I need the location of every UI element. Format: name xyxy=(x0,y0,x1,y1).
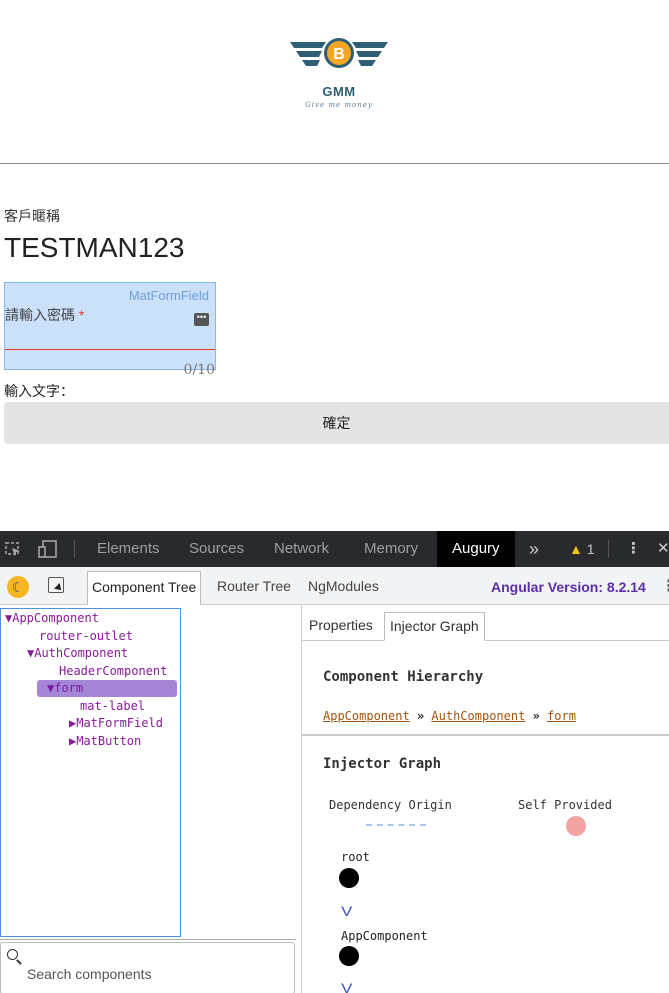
warnings-counter[interactable]: ▲ 1 xyxy=(569,541,595,557)
graph-edge-chevron: V xyxy=(341,903,353,919)
tab-properties[interactable]: Properties xyxy=(304,612,378,641)
close-icon[interactable]: ✕ xyxy=(657,531,669,567)
tree-node-selected[interactable]: ▼form xyxy=(37,680,177,697)
mat-form-field-debug-tag: MatFormField xyxy=(128,288,209,303)
detail-pane: Properties Injector Graph Component Hier… xyxy=(301,605,669,993)
password-manager-icon[interactable]: ••• xyxy=(194,313,209,326)
tabbar-separator xyxy=(74,540,75,558)
component-hierarchy-title: Component Hierarchy xyxy=(323,669,484,685)
password-input[interactable]: 請輸入密碼 * xyxy=(5,305,84,325)
tab-injector-graph[interactable]: Injector Graph xyxy=(384,612,485,641)
tab-augury[interactable]: Augury xyxy=(437,531,515,567)
inspect-element-icon[interactable] xyxy=(5,542,21,557)
tab-router-tree[interactable]: Router Tree xyxy=(213,571,295,605)
search-input[interactable] xyxy=(27,966,287,982)
tree-node[interactable]: ▼AuthComponent xyxy=(27,645,128,662)
field-underline xyxy=(5,349,215,350)
self-provided-swatch xyxy=(566,816,586,836)
augury-toolbar: ☾ Component Tree Router Tree NgModules A… xyxy=(0,567,669,605)
breadcrumb-form[interactable]: form xyxy=(547,709,576,723)
more-tabs-button[interactable]: » xyxy=(529,531,539,567)
required-asterisk: * xyxy=(78,307,85,323)
breadcrumb-separator: » xyxy=(532,709,540,723)
graph-node-label: root xyxy=(341,850,370,864)
devtools-tabbar: Elements Sources Network Memory Augury »… xyxy=(0,531,669,567)
brand-name: GMM xyxy=(322,84,356,99)
tree-node[interactable]: router-outlet xyxy=(39,628,133,645)
graph-node-appcomponent[interactable] xyxy=(339,946,359,966)
search-field[interactable] xyxy=(0,942,295,993)
tree-node[interactable]: ▼AppComponent xyxy=(5,610,99,627)
select-component-icon[interactable] xyxy=(48,577,64,593)
dependency-origin-swatch xyxy=(366,824,426,826)
tree-node[interactable]: ▶MatButton xyxy=(69,733,141,750)
password-form-field[interactable]: MatFormField 請輸入密碼 * ••• 0/10 xyxy=(4,282,216,378)
augury-menu-icon[interactable]: ⋮ xyxy=(661,576,669,596)
customer-nickname-label: 客戶暱稱 xyxy=(4,208,60,224)
graph-edge-chevron: V xyxy=(341,980,353,993)
tab-sources[interactable]: Sources xyxy=(189,531,244,567)
device-toolbar-icon[interactable] xyxy=(38,540,58,558)
devtools-panel: Elements Sources Network Memory Augury »… xyxy=(0,531,669,993)
char-counter: 0/10 xyxy=(183,362,215,378)
password-placeholder: 請輸入密碼 xyxy=(5,307,75,323)
coin-symbol: B xyxy=(333,46,345,63)
legend-self-provided: Self Provided xyxy=(518,798,612,812)
confirm-button[interactable]: 確定 xyxy=(4,402,669,444)
customize-menu-icon[interactable]: ⋮ xyxy=(626,531,641,567)
search-icon xyxy=(7,949,18,960)
input-hint-label: 輸入文字： xyxy=(4,383,74,399)
injector-graph-title: Injector Graph xyxy=(323,756,442,772)
tab-component-tree[interactable]: Component Tree xyxy=(87,571,202,605)
component-breadcrumbs: AppComponent » AuthComponent » form xyxy=(323,709,576,723)
bitcoin-wings-icon: B xyxy=(290,38,388,68)
tab-elements[interactable]: Elements xyxy=(97,531,160,567)
legend-dependency-origin: Dependency Origin xyxy=(329,798,452,812)
component-search xyxy=(0,939,296,993)
component-tree: ▼AppComponent router-outlet ▼AuthCompone… xyxy=(0,608,181,937)
section-divider xyxy=(302,734,669,736)
brand-tagline: Give me money xyxy=(305,101,373,109)
gmm-logo[interactable]: B GMM Give me money xyxy=(288,36,390,109)
customer-nickname-value: TESTMAN123 xyxy=(4,232,185,263)
tree-node[interactable]: ▶MatFormField xyxy=(69,715,163,732)
tab-memory[interactable]: Memory xyxy=(364,531,418,567)
tab-ngmodules[interactable]: NgModules xyxy=(304,571,383,605)
breadcrumb-appcomponent[interactable]: AppComponent xyxy=(323,709,410,723)
angular-version: Angular Version: 8.2.14 xyxy=(491,579,646,595)
tabbar-separator xyxy=(608,540,609,558)
warning-count: 1 xyxy=(586,541,595,557)
warning-icon: ▲ xyxy=(569,541,583,557)
breadcrumb-separator: » xyxy=(416,709,425,723)
app-header: B GMM Give me money xyxy=(0,0,669,164)
tab-network[interactable]: Network xyxy=(274,531,329,567)
breadcrumb-authcomponent[interactable]: AuthComponent xyxy=(431,709,525,723)
graph-node-root[interactable] xyxy=(339,868,359,888)
graph-node-label: AppComponent xyxy=(341,929,428,943)
tree-node[interactable]: mat-label xyxy=(80,698,145,715)
augury-logo-icon: ☾ xyxy=(7,576,29,598)
tree-node[interactable]: HeaderComponent xyxy=(59,663,167,680)
detail-tabs: Properties Injector Graph xyxy=(302,605,669,641)
